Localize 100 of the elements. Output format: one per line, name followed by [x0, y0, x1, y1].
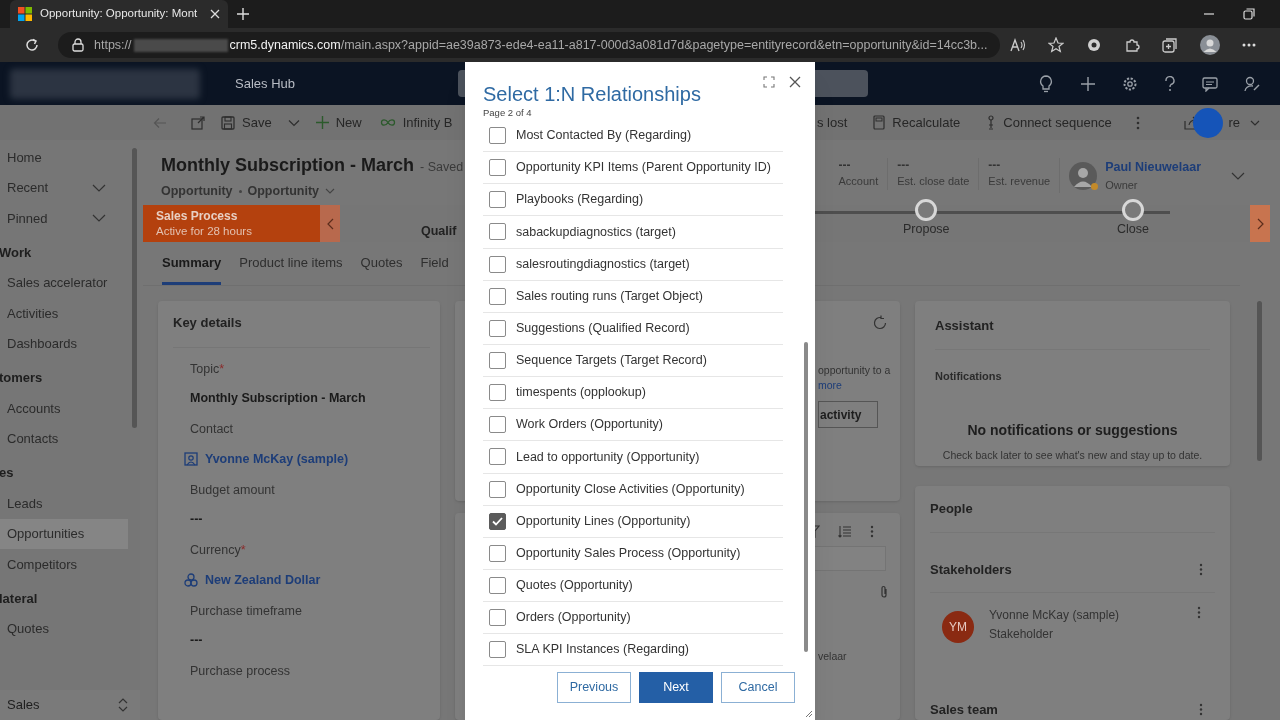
- relationship-label: timespents (opplookup): [516, 384, 646, 402]
- scrollbar[interactable]: [1257, 301, 1262, 461]
- command-button[interactable]: Recalculate: [871, 107, 963, 138]
- favorite-star-icon[interactable]: [1048, 37, 1064, 53]
- nav-item[interactable]: Competitors: [0, 549, 128, 580]
- command-button[interactable]: s lost: [815, 107, 850, 138]
- checkbox[interactable]: [489, 641, 506, 659]
- learn-more-link[interactable]: more: [818, 378, 890, 393]
- chevron-down-icon[interactable]: [287, 118, 300, 127]
- settings-icon[interactable]: [1122, 75, 1138, 92]
- dialog-button[interactable]: Cancel: [721, 671, 795, 703]
- more-vertical-icon[interactable]: [1135, 115, 1140, 130]
- process-name-block[interactable]: Sales Process Active for 28 hours: [143, 205, 320, 242]
- nav-item[interactable]: Activities: [0, 298, 128, 329]
- dialog-button[interactable]: Previous: [557, 671, 631, 703]
- maximize-icon[interactable]: [763, 76, 775, 88]
- checkbox[interactable]: [489, 480, 506, 498]
- infinity-icon: [379, 118, 396, 127]
- card-title: People: [930, 499, 1215, 533]
- stage-circle-icon[interactable]: [1122, 199, 1144, 221]
- checkbox[interactable]: [489, 384, 506, 402]
- resize-grip-icon[interactable]: [805, 710, 813, 718]
- nav-item[interactable]: Sales accelerator: [0, 267, 128, 298]
- checkbox[interactable]: [489, 159, 506, 177]
- field-label: Topic*: [190, 360, 226, 378]
- form-selector[interactable]: Opportunity: [247, 182, 336, 201]
- checkbox[interactable]: [489, 319, 506, 337]
- stage-label[interactable]: Close: [1117, 220, 1149, 239]
- lookup-link[interactable]: New Zealand Dollar: [205, 570, 321, 590]
- field-label: Budget amount: [190, 481, 276, 499]
- restore-icon[interactable]: [1243, 8, 1255, 20]
- form-tab[interactable]: Summary: [162, 252, 222, 285]
- nav-item[interactable]: Home: [0, 142, 128, 173]
- scrollbar[interactable]: [132, 148, 137, 428]
- command-button[interactable]: Infinity B: [377, 107, 455, 138]
- dialog-button[interactable]: Next: [639, 671, 713, 703]
- command-button[interactable]: New: [313, 107, 364, 138]
- checkbox[interactable]: [489, 416, 506, 434]
- area-switcher[interactable]: Sales: [0, 690, 140, 720]
- checkbox[interactable]: [489, 352, 506, 370]
- note-input-field[interactable]: [814, 546, 886, 571]
- command-button[interactable]: Save: [219, 107, 274, 138]
- nav-item[interactable]: Leads: [0, 488, 128, 519]
- browser-tab[interactable]: Opportunity: Opportunity: Mont: [10, 0, 228, 28]
- more-vertical-icon[interactable]: [1199, 703, 1203, 717]
- paperclip-icon[interactable]: [880, 585, 888, 599]
- more-icon[interactable]: [1242, 43, 1256, 47]
- nav-item[interactable]: Dashboards: [0, 328, 128, 359]
- collections-icon[interactable]: [1162, 37, 1178, 53]
- new-tab-icon[interactable]: [236, 7, 250, 21]
- checkbox[interactable]: [489, 512, 506, 530]
- stage-label[interactable]: Propose: [903, 220, 950, 239]
- person-feedback-icon[interactable]: [1244, 75, 1260, 92]
- help-icon[interactable]: [1164, 75, 1176, 92]
- nav-item[interactable]: Accounts: [0, 393, 128, 424]
- nav-item[interactable]: Quotes: [0, 613, 128, 644]
- checkbox[interactable]: [489, 577, 506, 595]
- checkbox[interactable]: [489, 191, 506, 209]
- popout-icon[interactable]: [191, 115, 205, 130]
- sort-list-icon[interactable]: [838, 525, 852, 538]
- stage-label[interactable]: Qualif: [421, 222, 457, 241]
- reload-icon[interactable]: [24, 37, 40, 53]
- chevron-down-icon[interactable]: [1231, 171, 1245, 180]
- close-icon[interactable]: [789, 76, 801, 88]
- checkbox[interactable]: [489, 544, 506, 562]
- refresh-icon[interactable]: [872, 315, 888, 331]
- more-vertical-icon[interactable]: [1197, 606, 1201, 619]
- stakeholder-name[interactable]: Yvonne McKay (sample): [989, 606, 1197, 625]
- checkbox[interactable]: [489, 255, 506, 273]
- add-activity-button[interactable]: activity: [818, 401, 878, 428]
- lookup-link[interactable]: Yvonne McKay (sample): [205, 449, 349, 469]
- checkbox[interactable]: [489, 127, 506, 145]
- command-button[interactable]: Connect sequence: [984, 107, 1114, 138]
- form-tab[interactable]: Field: [420, 252, 449, 285]
- more-vertical-icon[interactable]: [870, 525, 874, 538]
- chat-icon[interactable]: [1202, 75, 1218, 92]
- relationship-label: Playbooks (Regarding): [516, 191, 644, 209]
- plus-icon[interactable]: [1080, 75, 1096, 92]
- lightbulb-icon[interactable]: [1038, 74, 1054, 93]
- owner-name[interactable]: Paul Nieuwelaar: [1105, 158, 1201, 177]
- checkbox[interactable]: [489, 287, 506, 305]
- form-tab[interactable]: Product line items: [239, 252, 343, 285]
- field-label: Est. close date: [897, 174, 970, 189]
- relationship-label: Sales routing runs (Target Object): [516, 287, 703, 305]
- checkbox[interactable]: [489, 223, 506, 241]
- nav-item[interactable]: Opportunities: [0, 518, 128, 549]
- nav-item[interactable]: Contacts: [0, 423, 128, 454]
- puzzle-icon[interactable]: [1124, 37, 1140, 53]
- more-vertical-icon[interactable]: [1199, 562, 1203, 576]
- checkbox[interactable]: [489, 609, 506, 627]
- nav-item[interactable]: Pinned: [0, 203, 128, 234]
- form-tab[interactable]: Quotes: [360, 252, 403, 285]
- stage-circle-icon[interactable]: [915, 199, 938, 221]
- read-aloud-icon[interactable]: [1010, 38, 1026, 52]
- checkbox[interactable]: [489, 448, 506, 466]
- relationship-label: Sequence Targets (Target Record): [516, 352, 707, 370]
- scrollbar[interactable]: [804, 342, 808, 652]
- profile-avatar-icon[interactable]: [1200, 35, 1220, 55]
- nav-item[interactable]: Recent: [0, 172, 128, 203]
- address-field[interactable]: https:// crm5.dynamics.com/main.aspx?appid=ae39a873-ede4-ea11-a817-000d3a081d7d&pagetype=entityrecord&etn=opportunity&id=14cc3b...: [58, 32, 1000, 58]
